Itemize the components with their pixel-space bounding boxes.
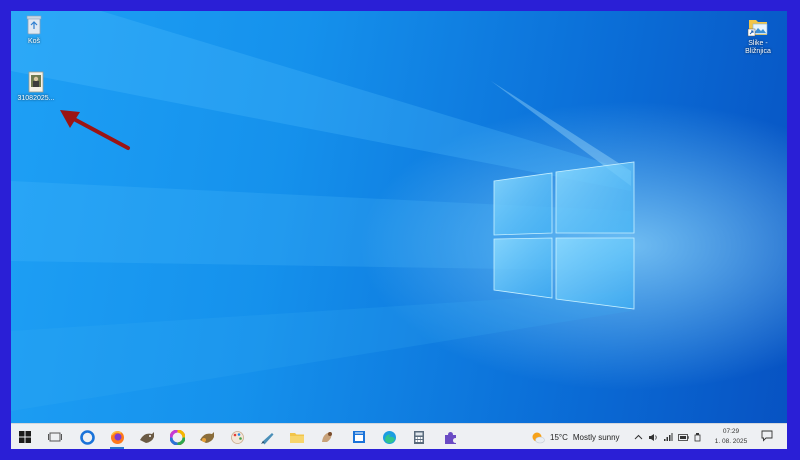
taskbar-app-calendar[interactable]	[349, 427, 369, 447]
file-explorer-icon	[290, 432, 304, 443]
speaker-icon[interactable]	[648, 433, 658, 442]
paint-icon	[230, 430, 244, 444]
taskbar-app-gimp[interactable]	[137, 427, 157, 447]
task-view-button[interactable]	[45, 427, 65, 447]
red-arrow-annotation	[60, 110, 130, 150]
desktop-icon-label: Slike -	[748, 40, 768, 47]
cortana-icon	[79, 429, 95, 445]
weather-widget[interactable]: 15°C Mostly sunny	[531, 424, 620, 449]
usb-icon[interactable]	[694, 432, 701, 442]
recycle-bin-icon	[26, 15, 42, 35]
color-wheel-icon	[169, 429, 185, 445]
gimp-icon	[140, 432, 154, 443]
taskbar-app-color-wheel[interactable]	[167, 427, 187, 447]
chevron-up-icon[interactable]	[634, 433, 643, 441]
calculator-icon	[414, 430, 424, 444]
image-file-icon	[28, 71, 44, 93]
taskbar-app-image-viewer[interactable]	[317, 427, 337, 447]
taskbar-app-gimp-alt[interactable]	[197, 427, 217, 447]
desktop: Koš 31082025... Slike - Bližnjica 15°C M…	[11, 11, 787, 449]
taskbar-clock[interactable]: 07:29 1. 08. 2025	[708, 427, 754, 447]
taskbar-app-paint[interactable]	[227, 427, 247, 447]
desktop-icon-label: 31082025...	[17, 95, 55, 102]
clock-time: 07:29	[722, 428, 740, 435]
desktop-icon-recycle-bin[interactable]: Koš	[11, 14, 59, 46]
system-tray	[634, 424, 701, 449]
draw-icon	[260, 432, 273, 444]
clock-date: 1. 08. 2025	[714, 438, 748, 445]
task-view-icon	[48, 432, 62, 442]
image-viewer-icon	[321, 432, 332, 442]
desktop-icon-pictures-shortcut[interactable]: Slike - Bližnjica	[733, 16, 783, 56]
battery-icon[interactable]	[678, 433, 689, 441]
desktop-icon-label-line2: Bližnjica	[745, 48, 771, 55]
start-button[interactable]	[15, 427, 35, 447]
desktop-icon-label: Koš	[27, 38, 41, 45]
edge-icon	[382, 430, 396, 444]
desktop-icon-image-file[interactable]: 31082025...	[11, 71, 62, 103]
notification-icon[interactable]	[761, 430, 773, 442]
pictures-shortcut-icon	[747, 20, 768, 37]
taskbar-app-calculator[interactable]	[409, 427, 429, 447]
firefox-icon	[110, 430, 124, 444]
sun-cloud-icon	[532, 432, 545, 443]
taskbar-app-draw[interactable]	[257, 427, 277, 447]
wallpaper	[11, 11, 787, 423]
network-icon[interactable]	[663, 432, 673, 442]
weather-temp: 15°C	[550, 432, 568, 442]
taskbar-app-file-explorer[interactable]	[287, 427, 307, 447]
start-icon	[19, 431, 31, 443]
weather-condition: Mostly sunny	[572, 432, 620, 442]
puzzle-app-icon	[444, 431, 456, 444]
taskbar: 15°C Mostly sunny 07:29 1. 08. 2025	[11, 423, 787, 449]
taskbar-app-puzzle[interactable]	[440, 427, 460, 447]
taskbar-app-edge[interactable]	[379, 427, 399, 447]
cortana-button[interactable]	[77, 427, 97, 447]
calendar-app-icon	[353, 431, 365, 443]
taskbar-app-firefox[interactable]	[107, 427, 127, 449]
gimp-alt-icon	[200, 432, 214, 443]
